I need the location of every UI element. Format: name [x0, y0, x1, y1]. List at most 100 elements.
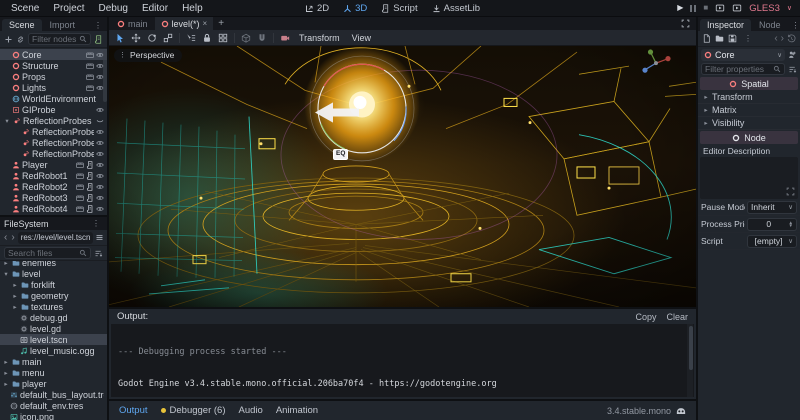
scale-tool-button[interactable] [161, 31, 175, 44]
folder-forklift[interactable]: ▸ forklift [0, 279, 107, 290]
pause-mode-dropdown[interactable]: Inherit ∨ [747, 200, 797, 214]
rotate-tool-button[interactable] [145, 31, 159, 44]
attach-script-button[interactable] [94, 35, 103, 44]
group-icon[interactable] [86, 73, 94, 81]
spinner-arrows-icon[interactable]: ▲ ▼ [789, 220, 793, 228]
tab-inspector[interactable]: Inspector [700, 19, 752, 31]
tree-node-reflectionprobe1[interactable]: ReflectionProbe1 [0, 126, 107, 137]
folder-enemies[interactable]: ▸ enemies [0, 261, 107, 268]
eye-closed-icon[interactable] [96, 117, 104, 125]
folder-player[interactable]: ▸ player [0, 378, 107, 389]
nav-forward-button[interactable]: › [10, 232, 15, 243]
lock-node-button[interactable] [200, 31, 214, 44]
tab-animation[interactable]: Animation [276, 405, 318, 416]
output-console[interactable]: --- Debugging process started --- Godot … [111, 324, 694, 397]
eye-icon[interactable] [96, 161, 104, 169]
file-default-bus-layout[interactable]: default_bus_layout.tres [0, 389, 107, 400]
tree-node-props[interactable]: Props [0, 71, 107, 82]
eye-icon[interactable] [96, 150, 104, 158]
tree-node-redrobot1[interactable]: RedRobot1 [0, 170, 107, 181]
tree-node-reflectionprobe3[interactable]: ReflectionProbe3 [0, 148, 107, 159]
listener-gizmo[interactable]: EQ [333, 149, 349, 160]
eye-icon[interactable] [96, 128, 104, 136]
list-select-tool-button[interactable] [184, 31, 198, 44]
property-sort-icon[interactable] [788, 65, 797, 74]
expand-icon[interactable] [786, 187, 795, 196]
group-icon[interactable] [86, 84, 94, 92]
tab-import[interactable]: Import [43, 19, 83, 31]
folder-geometry[interactable]: ▸ geometry [0, 290, 107, 301]
dock-menu-icon[interactable]: ⋮ [91, 21, 105, 31]
tree-node-music[interactable]: Music [0, 214, 107, 216]
tree-node-worldenvironment[interactable]: WorldEnvironment [0, 93, 107, 104]
chevron-right-icon[interactable]: ▸ [2, 380, 10, 388]
eye-icon[interactable] [96, 106, 104, 114]
editor-description-field[interactable] [700, 157, 798, 199]
eye-icon[interactable] [96, 172, 104, 180]
new-resource-button[interactable] [702, 34, 711, 43]
add-node-button[interactable] [4, 35, 13, 44]
filter-nodes-input[interactable] [32, 34, 77, 44]
stop-button[interactable]: ■ [703, 4, 708, 12]
group-node-button[interactable] [216, 31, 230, 44]
tree-node-redrobot4[interactable]: RedRobot4 [0, 203, 107, 214]
tree-node-core[interactable]: Core [0, 49, 107, 60]
new-scene-tab-button[interactable]: + [214, 18, 228, 29]
tree-node-structure[interactable]: Structure [0, 60, 107, 71]
menu-project[interactable]: Project [46, 2, 91, 15]
workspace-assetlib-button[interactable]: AssetLib [426, 2, 486, 15]
tab-node[interactable]: Node [752, 19, 788, 31]
eye-icon[interactable] [96, 183, 104, 191]
chevron-right-icon[interactable]: ▸ [2, 358, 10, 366]
group-visibility[interactable]: ▸ Visibility [698, 117, 800, 130]
history-back-button[interactable]: ‹ [774, 33, 777, 44]
scene-tab-level[interactable]: level(*) × [154, 17, 214, 30]
dock-menu-icon[interactable]: ⋮ [789, 21, 800, 31]
eye-icon[interactable] [96, 194, 104, 202]
save-resource-button[interactable] [728, 34, 737, 43]
history-icon[interactable] [787, 34, 796, 43]
clear-button[interactable]: Clear [666, 312, 688, 322]
process-priority-spinner[interactable]: 0 ▲ ▼ [747, 217, 797, 231]
menu-debug[interactable]: Debug [91, 2, 134, 15]
chevron-right-icon[interactable]: ▸ [11, 292, 19, 300]
folder-main[interactable]: ▸ main [0, 356, 107, 367]
3d-viewport[interactable]: ⋮ Perspective EQ [109, 46, 696, 307]
console-scrollbar-thumb[interactable] [689, 326, 693, 370]
chevron-right-icon[interactable]: ▸ [11, 303, 19, 311]
tree-node-player[interactable]: Player [0, 159, 107, 170]
chevron-down-icon[interactable]: ▾ [3, 117, 11, 125]
workspace-3d-button[interactable]: 3D [337, 2, 373, 15]
view-menu[interactable]: View [347, 33, 376, 43]
script-dropdown[interactable]: [empty] ∨ [747, 234, 797, 248]
resource-menu-icon[interactable]: ⋮ [741, 34, 755, 44]
workspace-2d-button[interactable]: 2D [299, 2, 335, 15]
script-icon[interactable] [86, 172, 94, 180]
close-icon[interactable]: × [203, 19, 208, 28]
play-scene-button[interactable] [715, 3, 725, 13]
group-transform[interactable]: ▸ Transform [698, 91, 800, 104]
menu-editor[interactable]: Editor [135, 2, 175, 15]
group-icon[interactable] [76, 205, 84, 213]
file-debug-gd[interactable]: debug.gd [0, 312, 107, 323]
folder-level[interactable]: ▾ level [0, 268, 107, 279]
play-button[interactable]: ▶ [677, 4, 683, 12]
sort-icon[interactable] [94, 249, 103, 258]
menu-scene[interactable]: Scene [4, 2, 46, 15]
script-icon[interactable] [86, 194, 94, 202]
play-custom-scene-button[interactable] [732, 3, 742, 13]
tab-debugger[interactable]: Debugger (6) [160, 405, 226, 416]
chevron-right-icon[interactable]: ▸ [2, 369, 10, 377]
chevron-right-icon[interactable]: ▸ [2, 261, 10, 267]
group-icon[interactable] [86, 62, 94, 70]
category-node[interactable]: Node [700, 131, 798, 144]
dock-menu-icon[interactable]: ⋮ [89, 219, 103, 229]
file-icon-png[interactable]: icon.png [0, 411, 107, 420]
distraction-free-button[interactable] [681, 19, 694, 28]
group-icon[interactable] [76, 172, 84, 180]
eye-icon[interactable] [96, 139, 104, 147]
tree-node-giprobe[interactable]: GIProbe [0, 104, 107, 115]
group-matrix[interactable]: ▸ Matrix [698, 104, 800, 117]
select-tool-button[interactable] [113, 31, 127, 44]
nav-back-button[interactable]: ‹ [3, 232, 8, 243]
